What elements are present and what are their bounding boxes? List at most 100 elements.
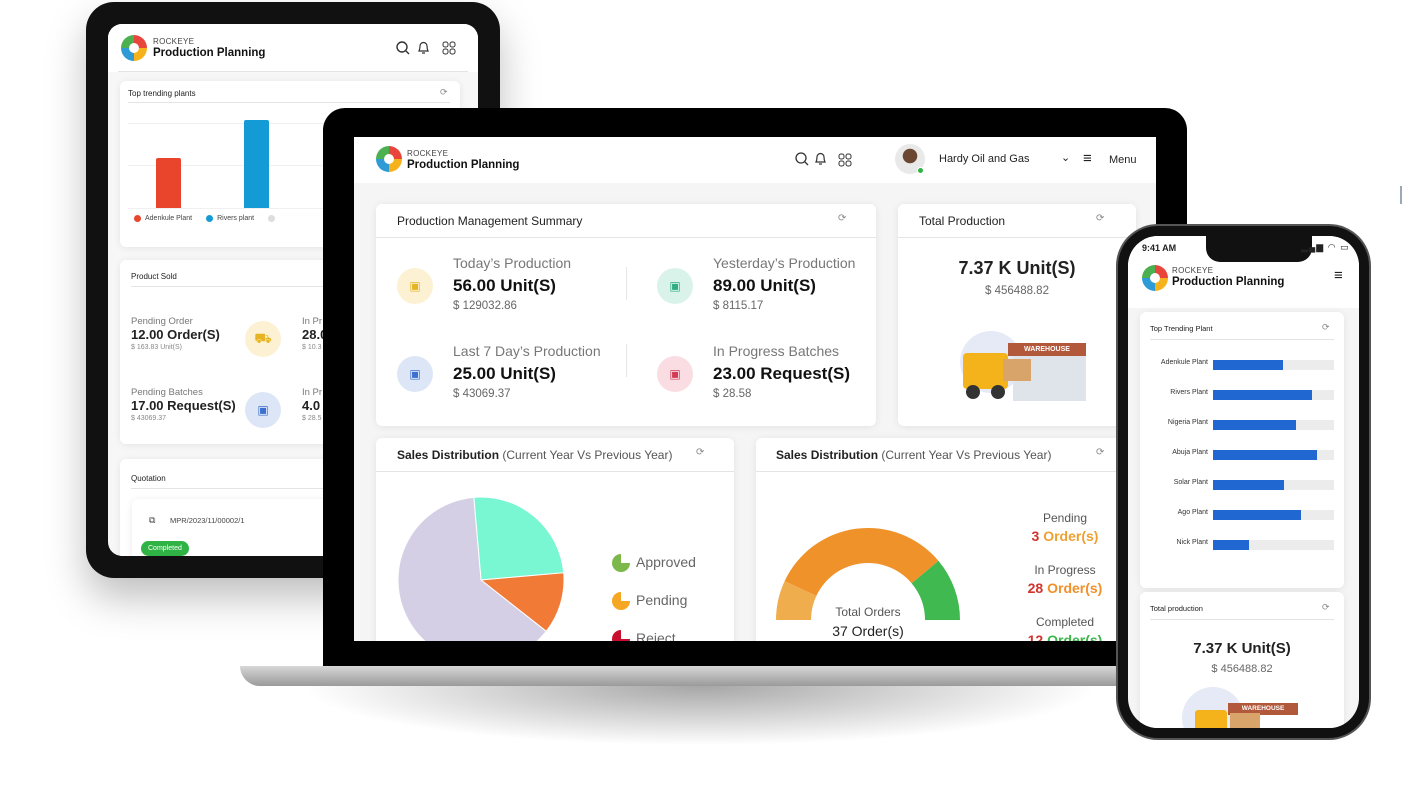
menu-button[interactable]: Menu bbox=[1109, 154, 1137, 166]
laptop-screen: ROCKEYE Production Planning Hardy Oil an… bbox=[354, 137, 1156, 641]
box-icon: ▣ bbox=[397, 268, 433, 304]
bar-label: Solar Plant bbox=[1173, 479, 1208, 486]
stat-value: 56.00 Unit(S) bbox=[453, 276, 556, 295]
chevron-down-icon[interactable]: ⌄ bbox=[1061, 151, 1070, 164]
total-value: 7.37 K Unit(S) bbox=[1193, 640, 1291, 657]
bar[interactable] bbox=[244, 120, 269, 208]
refresh-icon[interactable]: ⟳ bbox=[696, 447, 704, 458]
hamburger-icon[interactable]: ≡ bbox=[1083, 150, 1092, 167]
stat-value: 4.0 bbox=[302, 398, 321, 413]
box-icon: ▣ bbox=[657, 268, 693, 304]
legend-label: Pending bbox=[636, 592, 688, 608]
stat-value: 23.00 Request(S) bbox=[713, 364, 850, 383]
sales-distribution-pie-card: Sales Distribution (Current Year Vs Prev… bbox=[376, 438, 734, 641]
bar-label: Nigeria Plant bbox=[1167, 419, 1208, 426]
bar[interactable] bbox=[1213, 510, 1302, 520]
bar-label: Adenkule Plant bbox=[1160, 359, 1208, 366]
gauge-center-label: Total Orders bbox=[835, 605, 901, 619]
warehouse-sign: WAREHOUSE bbox=[1008, 343, 1086, 356]
bar-track bbox=[1213, 480, 1334, 490]
laptop-shadow bbox=[300, 686, 1100, 746]
cart-icon: ⛟ bbox=[245, 321, 281, 357]
stat-value: 3 Order(s) bbox=[1006, 528, 1124, 544]
stat-sub: $ 129032.86 bbox=[453, 300, 517, 312]
phone-total-production-card: Total production ⟳ 7.37 K Unit(S) $ 4564… bbox=[1140, 592, 1344, 728]
legend-label: Approved bbox=[636, 554, 696, 570]
bar[interactable] bbox=[1213, 540, 1250, 550]
apps-grid-icon[interactable] bbox=[442, 41, 456, 55]
bell-icon[interactable] bbox=[417, 40, 430, 55]
brand-company: ROCKEYE bbox=[153, 37, 195, 46]
status-badge: Completed bbox=[141, 541, 189, 556]
legend-dot bbox=[206, 215, 214, 222]
card-title: Top trending plants bbox=[128, 89, 196, 98]
stat-sub: $ 43069.37 bbox=[131, 415, 167, 422]
gauge-center-value: 37 Order(s) bbox=[832, 623, 904, 639]
legend-label: Reject bbox=[636, 630, 676, 641]
bar-label: Abuja Plant bbox=[1172, 449, 1208, 456]
legend-dot bbox=[268, 215, 276, 222]
refresh-icon[interactable]: ⟳ bbox=[838, 213, 846, 224]
stat-label: In Progress bbox=[1034, 563, 1096, 577]
legend-item bbox=[268, 215, 279, 222]
stat-value: 89.00 Unit(S) bbox=[713, 276, 816, 295]
phone-screen: 9:41 AM ▂▄▆ ◠ ▭ ROCKEYE Production Plann… bbox=[1128, 236, 1359, 728]
total-production-card: Total Production ⟳ 7.37 K Unit(S) $ 4564… bbox=[898, 204, 1136, 426]
app-header: ROCKEYE Production Planning Hardy Oil an… bbox=[354, 137, 1156, 183]
card-title: Sales Distribution (Current Year Vs Prev… bbox=[776, 448, 1052, 462]
phone-device: 9:41 AM ▂▄▆ ◠ ▭ ROCKEYE Production Plann… bbox=[1118, 226, 1369, 738]
bar[interactable] bbox=[1213, 480, 1285, 490]
stat-sub: $ 10.3 bbox=[302, 344, 322, 351]
bar[interactable] bbox=[1213, 450, 1318, 460]
stat-label: In Progress Batches bbox=[713, 343, 840, 359]
legend-item: Rivers plant bbox=[206, 215, 254, 222]
stat-sub: $ 28.58 bbox=[713, 388, 752, 400]
total-amount: $ 456488.82 bbox=[1211, 663, 1273, 675]
refresh-icon[interactable]: ⟳ bbox=[1096, 213, 1104, 224]
stat-value: 12.00 Order(S) bbox=[131, 327, 220, 342]
stat-value: 17.00 Request(S) bbox=[131, 398, 236, 413]
bar[interactable] bbox=[1213, 390, 1313, 400]
search-icon[interactable] bbox=[795, 152, 809, 166]
brand-company: ROCKEYE bbox=[1172, 266, 1214, 275]
box-icon: ▣ bbox=[245, 392, 281, 428]
search-icon[interactable] bbox=[396, 41, 410, 55]
chart-legend: Adenkule Plant Rivers plant bbox=[134, 215, 279, 222]
bar[interactable] bbox=[1213, 420, 1297, 430]
top-trending-plant-card: Top Trending Plant ⟳ Adenkule Plant River… bbox=[1140, 312, 1344, 588]
refresh-icon[interactable]: ⟳ bbox=[1322, 602, 1330, 613]
bar[interactable] bbox=[156, 157, 181, 208]
refresh-icon[interactable]: ⟳ bbox=[1096, 447, 1104, 458]
pie-slice[interactable] bbox=[473, 496, 565, 581]
card-title: Top Trending Plant bbox=[1150, 324, 1213, 333]
refresh-icon[interactable]: ⟳ bbox=[440, 87, 448, 98]
warehouse-forklift-illustration: WAREHOUSE bbox=[958, 331, 1088, 406]
stat-label: Pending Order bbox=[131, 316, 193, 327]
sales-distribution-gauge-card: Sales Distribution (Current Year Vs Prev… bbox=[756, 438, 1156, 641]
box-icon: ▣ bbox=[397, 356, 433, 392]
legend-pie-icon bbox=[612, 630, 630, 641]
legend-dot bbox=[134, 215, 141, 222]
company-name: Hardy Oil and Gas bbox=[939, 153, 1030, 165]
apps-grid-icon[interactable] bbox=[838, 153, 852, 167]
stat-label: Completed bbox=[1035, 615, 1095, 629]
order-count: 28 bbox=[1027, 580, 1044, 596]
status-time: 9:41 AM bbox=[1142, 243, 1177, 253]
bar-track bbox=[1213, 510, 1334, 520]
online-status-dot bbox=[917, 167, 924, 174]
hamburger-icon[interactable]: ≡ bbox=[1334, 267, 1343, 284]
legend-label: Rivers plant bbox=[217, 215, 255, 222]
logo-icon bbox=[1142, 265, 1168, 291]
scrollbar-thumb[interactable] bbox=[1400, 186, 1402, 204]
stat-value: 25.00 Unit(S) bbox=[453, 364, 556, 383]
brand-product: Production Planning bbox=[407, 159, 520, 171]
quotation-id: MPR/2023/11/00002/1 bbox=[170, 516, 245, 525]
refresh-icon[interactable]: ⟳ bbox=[1322, 322, 1330, 333]
bell-icon[interactable] bbox=[814, 151, 827, 166]
total-amount: $ 456488.82 bbox=[985, 285, 1049, 297]
legend-pie-icon bbox=[612, 554, 630, 572]
bar-track bbox=[1213, 390, 1334, 400]
bar[interactable] bbox=[1213, 360, 1284, 370]
stat-label: Pending bbox=[1042, 511, 1088, 525]
bar-track bbox=[1213, 450, 1334, 460]
